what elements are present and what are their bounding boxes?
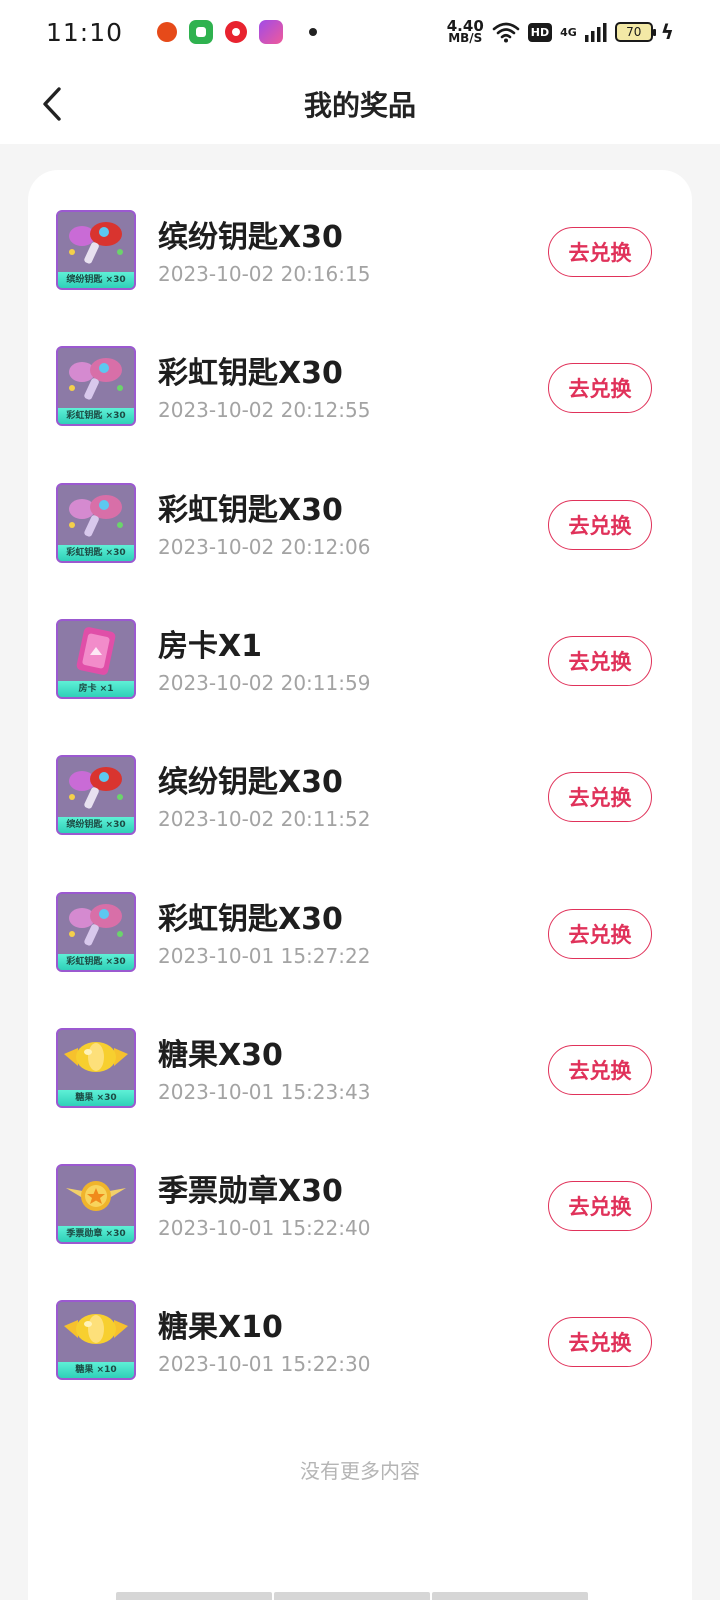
more-notifications-icon xyxy=(309,28,318,36)
signal-type: 4G xyxy=(560,25,577,39)
prize-item: 彩虹钥匙 ×30 彩虹钥匙X30 2023-10-02 20:12:55 去兑换 xyxy=(28,306,692,442)
prize-name: 彩虹钥匙X30 xyxy=(158,356,343,392)
prize-time: 2023-10-02 20:11:59 xyxy=(158,670,371,695)
wifi-icon xyxy=(492,22,520,43)
prize-list-card: 缤纷钥匙 ×30 缤纷钥匙X30 2023-10-02 20:16:15 去兑换 彩虹钥… xyxy=(28,170,692,1600)
prize-name: 房卡X1 xyxy=(158,628,263,664)
thumbnail-label: 糖果 ×30 xyxy=(58,1089,134,1106)
candy-icon xyxy=(58,1302,134,1362)
no-more-text: 没有更多内容 xyxy=(300,1459,420,1483)
nav-bar: 我的奖品 xyxy=(0,64,720,144)
prize-name: 缤纷钥匙X30 xyxy=(158,765,343,801)
prize-name: 缤纷钥匙X30 xyxy=(158,220,343,255)
key-red-icon xyxy=(58,757,134,817)
redeem-button[interactable]: 去兑换 xyxy=(548,1044,652,1095)
key-pink-icon xyxy=(58,894,134,954)
key-pink-icon xyxy=(58,348,134,408)
thumbnail-label: 缤纷钥匙 ×30 xyxy=(58,817,134,834)
key-red-icon xyxy=(58,212,134,272)
redeem-button[interactable]: 去兑换 xyxy=(548,1181,652,1232)
prize-name: 糖果X10 xyxy=(158,1310,283,1346)
redeem-button[interactable]: 去兑换 xyxy=(548,227,652,277)
status-bar: 11:10 4.40 MB/S HD 4G 70 ϟ xyxy=(0,0,720,64)
prize-time: 2023-10-02 20:11:52 xyxy=(158,807,371,832)
back-button[interactable] xyxy=(30,82,74,126)
prize-name: 糖果X30 xyxy=(158,1037,283,1073)
redeem-button[interactable]: 去兑换 xyxy=(548,635,652,686)
prize-time: 2023-10-01 15:27:22 xyxy=(158,943,371,968)
messages-icon xyxy=(189,20,214,44)
prize-time: 2023-10-01 15:23:43 xyxy=(158,1079,371,1104)
prize-item: 糖果 ×30 糖果X30 2023-10-01 15:23:43 去兑换 xyxy=(28,988,692,1124)
redeem-button[interactable]: 去兑换 xyxy=(548,1317,652,1368)
prize-thumbnail: 糖果 ×10 xyxy=(56,1300,136,1381)
candy-icon xyxy=(58,1030,134,1090)
page-title: 我的奖品 xyxy=(303,89,416,122)
redeem-button[interactable]: 去兑换 xyxy=(548,908,652,959)
redeem-button[interactable]: 去兑换 xyxy=(548,499,652,550)
prize-time: 2023-10-02 20:12:06 xyxy=(158,534,371,559)
thumbnail-label: 缤纷钥匙 ×30 xyxy=(58,272,134,288)
prize-thumbnail: 彩虹钥匙 ×30 xyxy=(56,891,136,972)
redeem-button[interactable]: 去兑换 xyxy=(548,363,652,414)
thumbnail-label: 糖果 ×10 xyxy=(58,1362,134,1379)
thumbnail-label: 房卡 ×1 xyxy=(58,680,134,697)
prize-item: 房卡 ×1 房卡X1 2023-10-02 20:11:59 去兑换 xyxy=(28,579,692,715)
thumbnail-label: 彩虹钥匙 ×30 xyxy=(58,544,134,561)
prize-name: 彩虹钥匙X30 xyxy=(158,901,343,937)
thumbnail-label: 彩虹钥匙 ×30 xyxy=(58,953,134,970)
system-indicators: 4.40 MB/S HD 4G 70 ϟ xyxy=(446,17,674,45)
prize-item: 缤纷钥匙 ×30 缤纷钥匙X30 2023-10-02 20:11:52 去兑换 xyxy=(28,715,692,851)
battery-icon: 70 xyxy=(614,22,656,42)
notification-icons xyxy=(157,20,318,44)
prize-thumbnail: 彩虹钥匙 ×30 xyxy=(56,346,136,427)
room-card-icon xyxy=(58,621,134,681)
signal-icon xyxy=(584,23,607,42)
prize-item: 季票勋章 ×30 季票勋章X30 2023-10-01 15:22:40 去兑换 xyxy=(28,1124,692,1260)
redeem-button[interactable]: 去兑换 xyxy=(548,772,652,823)
prize-time: 2023-10-01 15:22:40 xyxy=(158,1216,371,1241)
status-time: 11:10 xyxy=(46,17,124,47)
prize-item: 彩虹钥匙 ×30 彩虹钥匙X30 2023-10-01 15:27:22 去兑换 xyxy=(28,852,692,988)
prize-name: 季票勋章X30 xyxy=(158,1174,343,1210)
key-pink-icon xyxy=(58,485,134,545)
prize-thumbnail: 缤纷钥匙 ×30 xyxy=(56,755,136,836)
prize-thumbnail: 糖果 ×30 xyxy=(56,1027,136,1108)
prize-item: 糖果 ×10 糖果X10 2023-10-01 15:22:30 去兑换 xyxy=(28,1260,692,1396)
chevron-left-icon xyxy=(43,87,61,121)
prize-time: 2023-10-02 20:16:15 xyxy=(158,262,371,286)
thumbnail-label: 彩虹钥匙 ×30 xyxy=(58,408,134,425)
charging-icon: ϟ xyxy=(660,20,674,44)
scroll-indicator xyxy=(116,1592,588,1600)
record-icon xyxy=(225,21,248,43)
medal-icon xyxy=(58,1166,134,1226)
prize-name: 彩虹钥匙X30 xyxy=(158,492,343,528)
network-speed: 4.40 MB/S xyxy=(446,17,484,45)
prize-thumbnail: 季票勋章 ×30 xyxy=(56,1164,136,1245)
hd-voice-icon: HD xyxy=(527,22,553,42)
prize-thumbnail: 彩虹钥匙 ×30 xyxy=(56,482,136,563)
prize-item: 缤纷钥匙 ×30 缤纷钥匙X30 2023-10-02 20:16:15 去兑换 xyxy=(28,170,692,306)
prize-time: 2023-10-01 15:22:30 xyxy=(158,1352,371,1377)
weibo-icon xyxy=(157,22,178,42)
prize-thumbnail: 房卡 ×1 xyxy=(56,618,136,699)
prize-item: 彩虹钥匙 ×30 彩虹钥匙X30 2023-10-02 20:12:06 去兑换 xyxy=(28,443,692,579)
game-app-icon xyxy=(259,20,284,44)
prize-time: 2023-10-02 20:12:55 xyxy=(158,398,371,423)
thumbnail-label: 季票勋章 ×30 xyxy=(58,1226,134,1243)
prize-thumbnail: 缤纷钥匙 ×30 xyxy=(56,210,136,290)
